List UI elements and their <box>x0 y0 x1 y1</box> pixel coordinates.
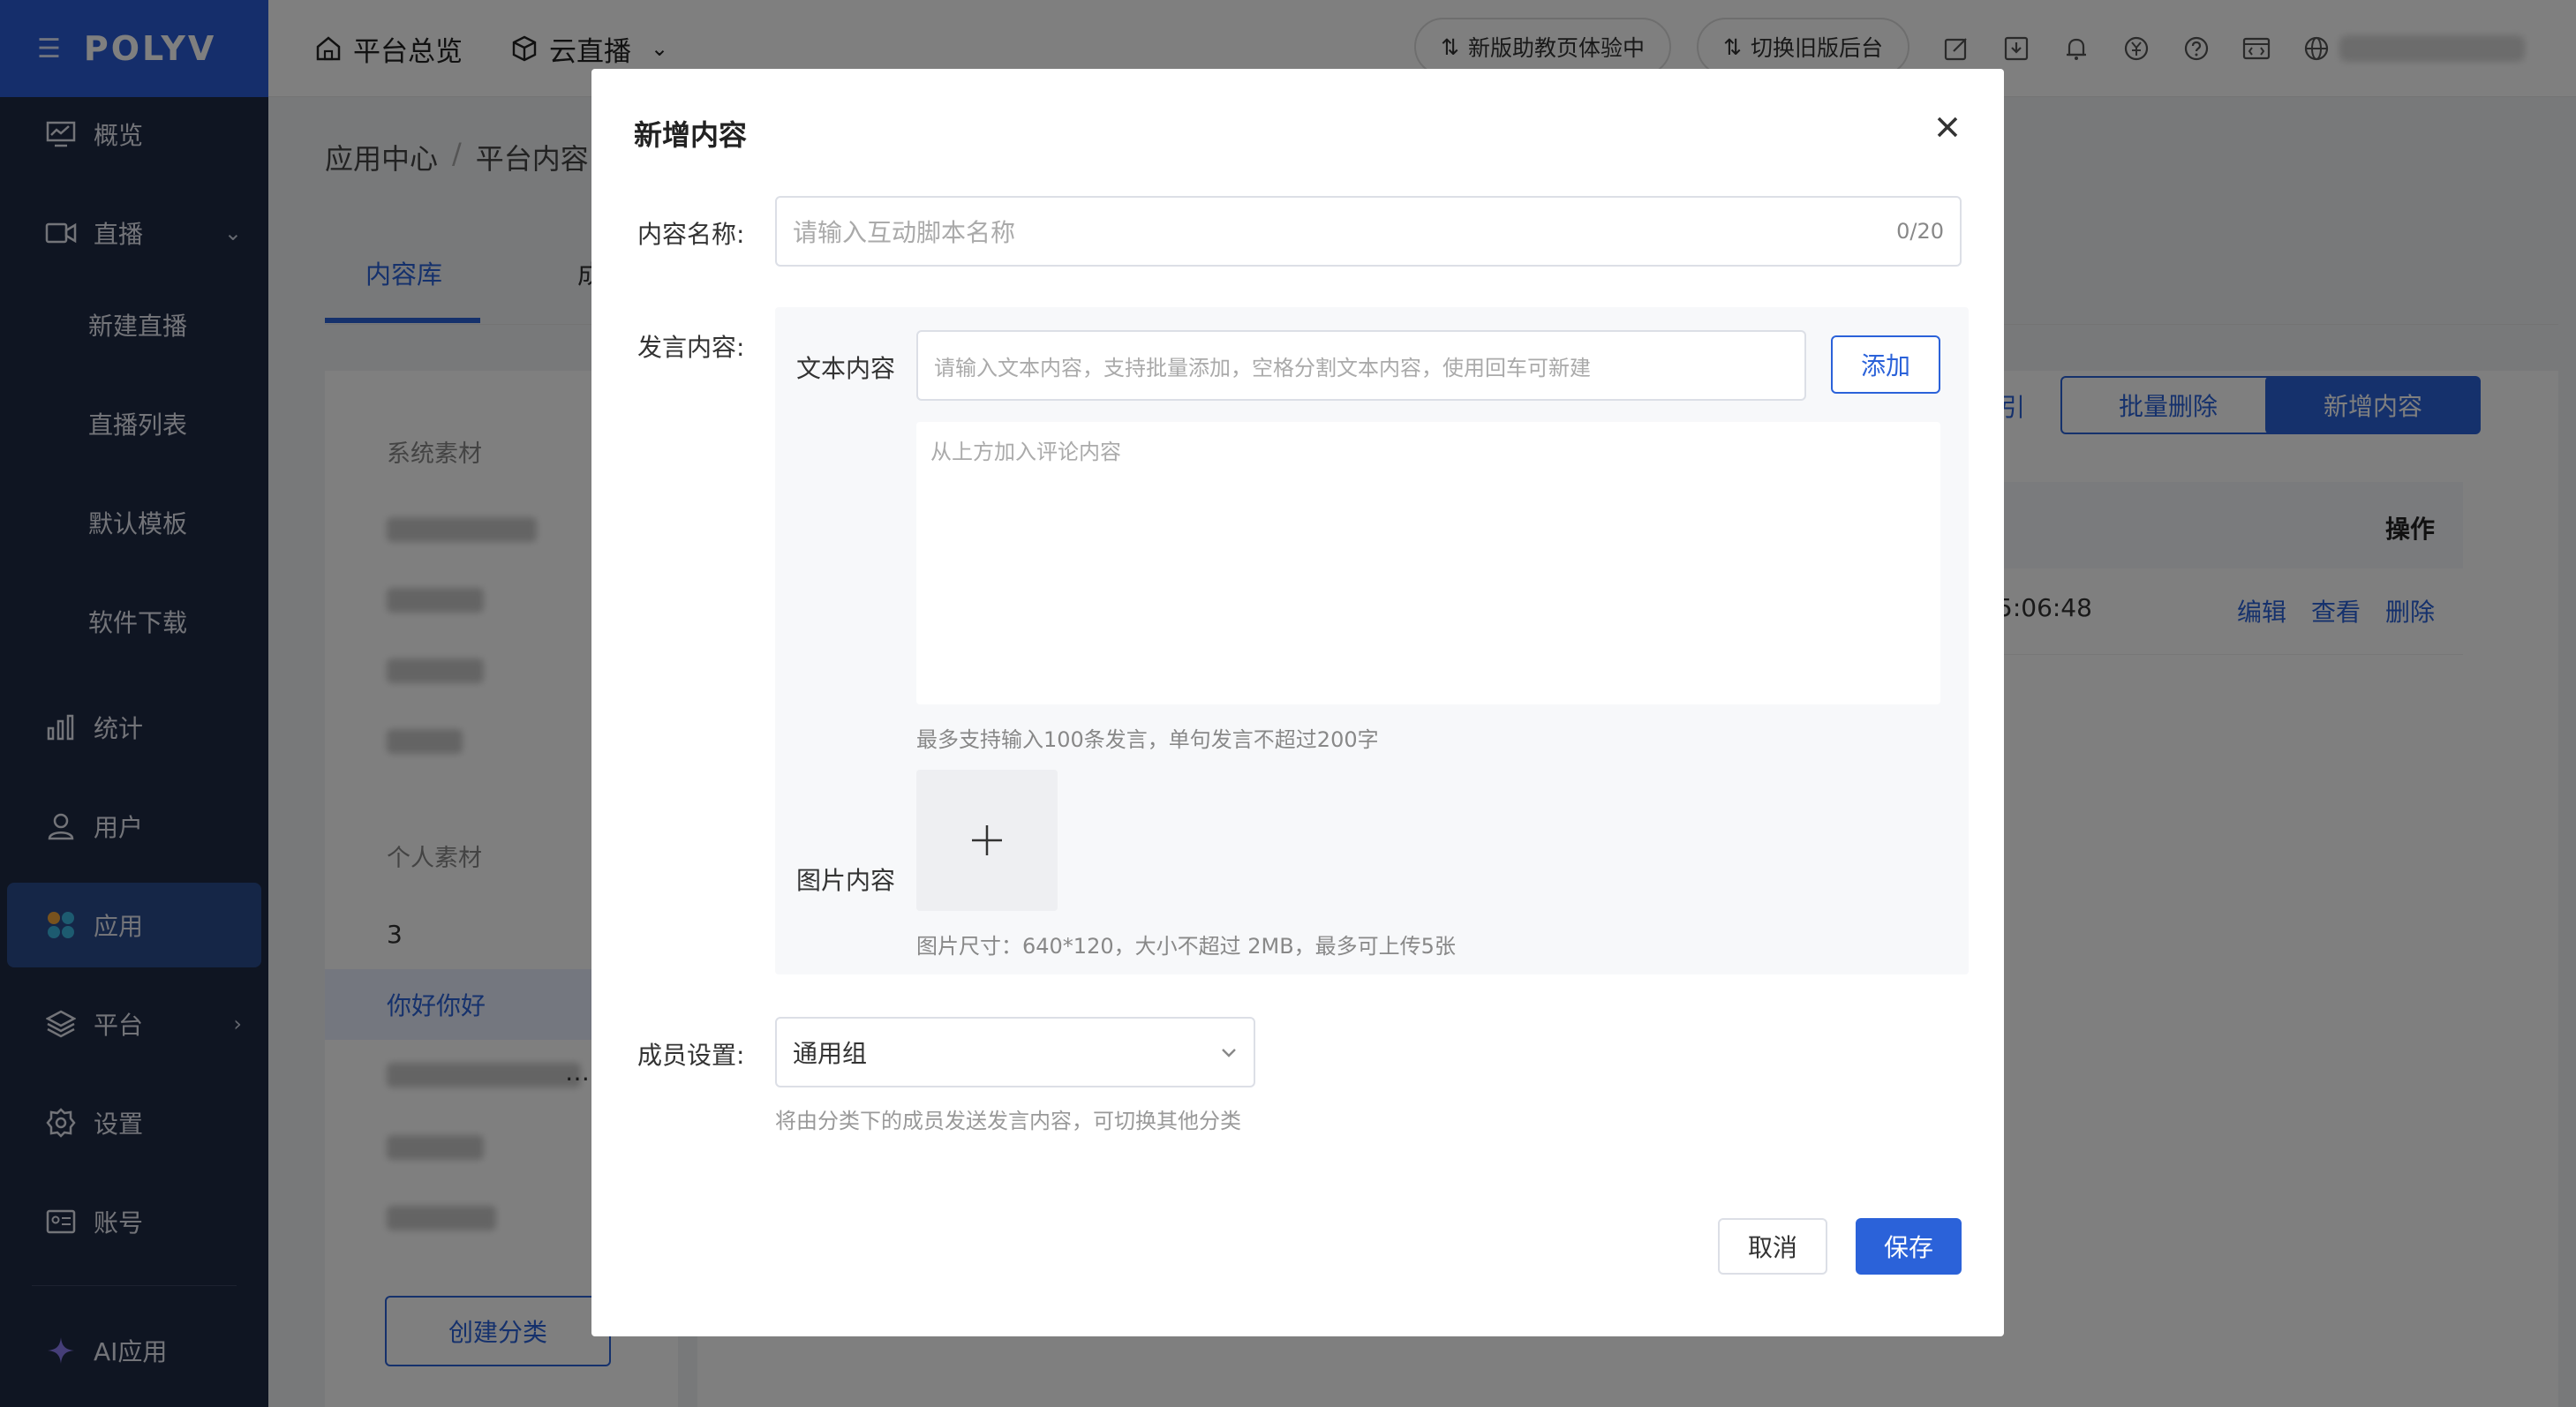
speak-content-box: 文本内容 请输入文本内容，支持批量添加，空格分割文本内容，使用回车可新建 添加 … <box>775 307 1969 974</box>
close-icon[interactable] <box>1930 109 1965 145</box>
chevron-down-icon <box>1222 1049 1236 1057</box>
speak-content-label: 发言内容: <box>637 333 745 362</box>
add-text-button[interactable]: 添加 <box>1831 335 1940 394</box>
member-settings-label: 成员设置: <box>637 1041 745 1070</box>
text-content-placeholder: 请输入文本内容，支持批量添加，空格分割文本内容，使用回车可新建 <box>934 355 1591 380</box>
text-content-input[interactable]: 请输入文本内容，支持批量添加，空格分割文本内容，使用回车可新建 <box>916 330 1806 401</box>
image-size-hint: 图片尺寸：640*120，大小不超过 2MB，最多可上传5张 <box>916 934 1456 959</box>
comment-list-area[interactable]: 从上方加入评论内容 <box>916 422 1940 704</box>
content-name-label: 内容名称: <box>637 220 745 249</box>
content-name-input[interactable]: 请输入互动脚本名称 0/20 <box>775 196 1962 267</box>
text-content-label: 文本内容 <box>796 354 896 383</box>
image-content-label: 图片内容 <box>796 866 896 895</box>
member-group-select[interactable]: 通用组 <box>775 1017 1255 1087</box>
content-name-placeholder: 请输入互动脚本名称 <box>793 218 1016 247</box>
member-hint: 将由分类下的成员发送发言内容，可切换其他分类 <box>775 1109 1241 1133</box>
comment-placeholder: 从上方加入评论内容 <box>930 440 1121 464</box>
image-upload-button[interactable] <box>916 770 1058 911</box>
member-group-value: 通用组 <box>793 1039 868 1068</box>
dialog-title: 新增内容 <box>634 118 748 152</box>
char-counter: 0/20 <box>1896 219 1944 244</box>
save-button[interactable]: 保存 <box>1856 1218 1962 1275</box>
add-content-dialog: 新增内容 内容名称: 请输入互动脚本名称 0/20 发言内容: 文本内容 请输入… <box>591 69 2004 1336</box>
text-limit-hint: 最多支持输入100条发言，单句发言不超过200字 <box>916 727 1379 752</box>
cancel-button[interactable]: 取消 <box>1718 1218 1827 1275</box>
plus-icon <box>972 825 1002 855</box>
